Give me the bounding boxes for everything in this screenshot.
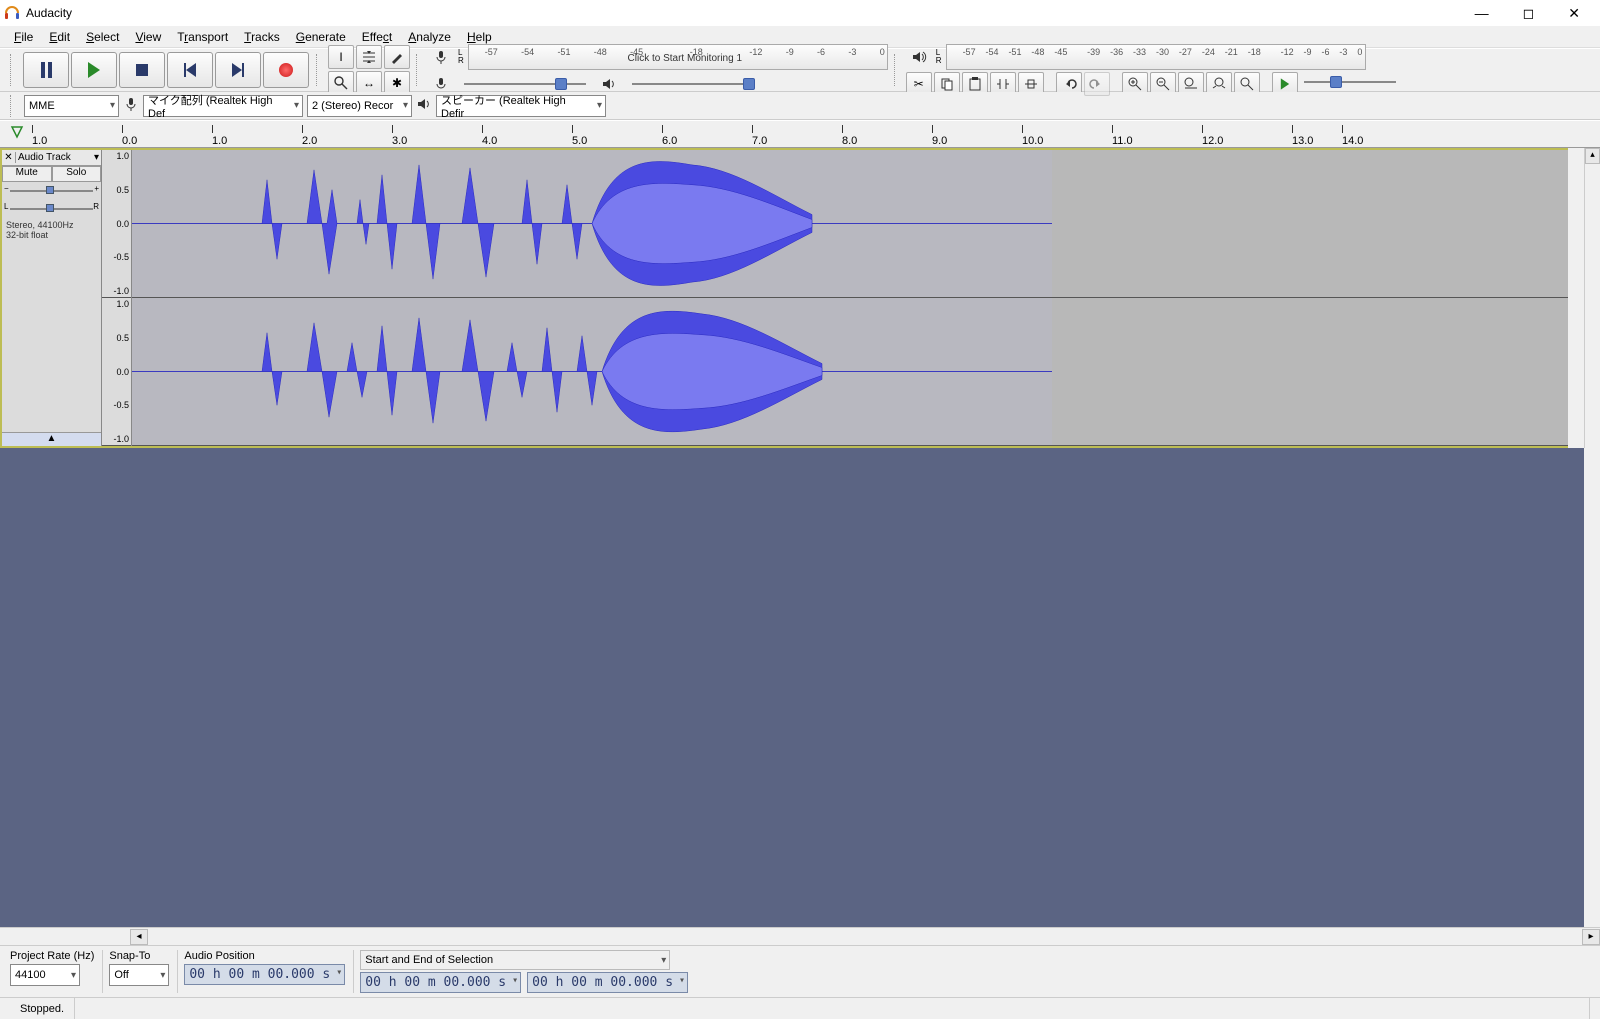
empty-track-area[interactable] bbox=[0, 448, 1600, 927]
menu-analyze[interactable]: Analyze bbox=[402, 28, 457, 46]
menu-effect[interactable]: Effect bbox=[356, 28, 398, 46]
ruler-tick: 14.0 bbox=[1342, 135, 1363, 147]
menu-transport[interactable]: Transport bbox=[171, 28, 234, 46]
menu-view[interactable]: View bbox=[129, 28, 167, 46]
track-menu-button[interactable]: Audio Track▾ bbox=[16, 152, 101, 163]
status-bar: Stopped. bbox=[0, 997, 1600, 1019]
menu-generate[interactable]: Generate bbox=[290, 28, 352, 46]
track-pan-slider[interactable]: LR bbox=[2, 200, 101, 218]
ruler-tick: 1.0 bbox=[212, 135, 227, 147]
pause-button[interactable] bbox=[23, 52, 69, 88]
playback-volume-slider[interactable] bbox=[628, 74, 758, 94]
draw-tool-button[interactable] bbox=[384, 45, 410, 69]
menu-edit[interactable]: Edit bbox=[43, 28, 76, 46]
track-format-label: Stereo, 44100Hz32-bit float bbox=[2, 218, 101, 242]
ruler-tick: 4.0 bbox=[482, 135, 497, 147]
ruler-tick: 9.0 bbox=[932, 135, 947, 147]
ruler-tick: 8.0 bbox=[842, 135, 857, 147]
ruler-tick: 13.0 bbox=[1292, 135, 1313, 147]
track-gain-slider[interactable]: −+ bbox=[2, 182, 101, 200]
waveform-area[interactable] bbox=[132, 150, 1568, 446]
speaker-icon bbox=[906, 45, 932, 69]
menu-file[interactable]: File bbox=[8, 28, 39, 46]
menu-select[interactable]: Select bbox=[80, 28, 125, 46]
mute-button[interactable]: Mute bbox=[2, 166, 52, 182]
ruler-tick: 0.0 bbox=[122, 135, 137, 147]
app-logo-icon bbox=[4, 5, 20, 21]
track-collapse-button[interactable]: ▲ bbox=[2, 432, 101, 446]
speaker-device-icon bbox=[416, 96, 432, 115]
ruler-tick: 3.0 bbox=[392, 135, 407, 147]
horizontal-scrollbar[interactable]: ◂ ▸ bbox=[0, 927, 1600, 945]
pin-icon[interactable] bbox=[10, 125, 24, 139]
ruler-tick: 2.0 bbox=[302, 135, 317, 147]
play-lr-label: LR bbox=[936, 49, 942, 65]
envelope-tool-button[interactable] bbox=[356, 45, 382, 69]
record-button[interactable] bbox=[263, 52, 309, 88]
track-close-button[interactable]: ✕ bbox=[2, 152, 16, 163]
audio-position-label: Audio Position bbox=[184, 950, 345, 962]
playback-meter[interactable]: -57-54-51-48-45-39-36-33-30-27-24-21-18-… bbox=[946, 44, 1366, 70]
selection-toolbar: Project Rate (Hz) 44100 Snap-To Off Audi… bbox=[0, 945, 1600, 997]
track-area: ✕ Audio Track▾ Mute Solo −+ LR Stereo, 4… bbox=[0, 148, 1568, 448]
selection-start-field[interactable]: 00 h 00 m 00.000 s bbox=[360, 972, 521, 993]
ruler-tick: 11.0 bbox=[1112, 135, 1133, 147]
menu-help[interactable]: Help bbox=[461, 28, 498, 46]
snap-to-label: Snap-To bbox=[109, 950, 169, 962]
project-rate-label: Project Rate (Hz) bbox=[10, 950, 94, 962]
skip-end-button[interactable] bbox=[215, 52, 261, 88]
playback-device-dropdown[interactable]: スピーカー (Realtek High Defir bbox=[436, 95, 606, 117]
mic-device-icon bbox=[123, 96, 139, 115]
menu-tracks[interactable]: Tracks bbox=[238, 28, 286, 46]
redo-button[interactable] bbox=[1084, 72, 1110, 96]
app-title: Audacity bbox=[26, 6, 72, 20]
audio-position-field[interactable]: 00 h 00 m 00.000 s bbox=[184, 964, 345, 985]
play-button[interactable] bbox=[71, 52, 117, 88]
vertical-scrollbar[interactable]: ▴ bbox=[1584, 148, 1600, 448]
ruler-tick: 12.0 bbox=[1202, 135, 1223, 147]
track-control-panel: ✕ Audio Track▾ Mute Solo −+ LR Stereo, 4… bbox=[2, 150, 102, 446]
window-close-icon[interactable]: ✕ bbox=[1560, 5, 1588, 22]
recording-meter[interactable]: -57-54-51-48-45 Click to Start Monitorin… bbox=[468, 44, 888, 70]
selection-tool-button[interactable]: I bbox=[328, 45, 354, 69]
snap-to-dropdown[interactable]: Off bbox=[109, 964, 169, 986]
status-state: Stopped. bbox=[10, 998, 75, 1019]
vertical-scale: 1.00.50.0-0.5-1.0 1.00.50.0-0.5-1.0 bbox=[102, 150, 132, 446]
mic-icon bbox=[428, 45, 454, 69]
ruler-tick: 6.0 bbox=[662, 135, 677, 147]
device-toolbar: MME マイク配列 (Realtek High Def 2 (Stereo) R… bbox=[0, 92, 1600, 120]
titlebar: Audacity — ◻ ✕ bbox=[0, 0, 1600, 26]
tools-toolbar: I ↔ ✱ bbox=[328, 45, 410, 95]
window-minimize-icon[interactable]: — bbox=[1467, 5, 1497, 22]
transport-toolbar: I ↔ ✱ LR -57-54-51-48-45 Click to Start … bbox=[0, 48, 1600, 92]
recording-device-dropdown[interactable]: マイク配列 (Realtek High Def bbox=[143, 95, 303, 117]
playback-speed-slider[interactable] bbox=[1300, 72, 1400, 92]
window-maximize-icon[interactable]: ◻ bbox=[1515, 5, 1543, 22]
selection-mode-dropdown[interactable]: Start and End of Selection bbox=[360, 950, 670, 970]
ruler-tick: 5.0 bbox=[572, 135, 587, 147]
rec-lr-label: LR bbox=[458, 49, 464, 65]
ruler-tick: 7.0 bbox=[752, 135, 767, 147]
timeline-ruler[interactable]: 1.0 0.0 1.0 2.0 3.0 4.0 5.0 6.0 7.0 8.0 9.0 10.0 11.… bbox=[0, 120, 1600, 148]
solo-button[interactable]: Solo bbox=[52, 166, 102, 182]
ruler-tick: 1.0 bbox=[32, 135, 47, 147]
project-rate-dropdown[interactable]: 44100 bbox=[10, 964, 80, 986]
audio-host-dropdown[interactable]: MME bbox=[24, 95, 119, 117]
recording-channels-dropdown[interactable]: 2 (Stereo) Recor bbox=[307, 95, 412, 117]
ruler-tick: 10.0 bbox=[1022, 135, 1043, 147]
stop-button[interactable] bbox=[119, 52, 165, 88]
skip-start-button[interactable] bbox=[167, 52, 213, 88]
selection-end-field[interactable]: 00 h 00 m 00.000 s bbox=[527, 972, 688, 993]
